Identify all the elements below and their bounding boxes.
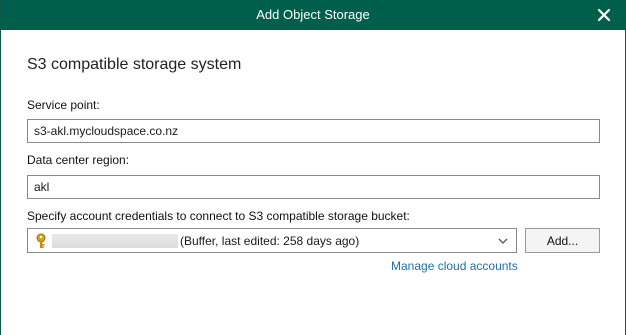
service-point-input[interactable]: s3-akl.mycloudspace.co.nz — [27, 119, 600, 143]
credentials-selected-text: (Buffer, last edited: 258 days ago) — [180, 234, 360, 248]
region-input[interactable]: akl — [27, 175, 600, 199]
title-bar: Add Object Storage — [1, 0, 625, 30]
credentials-dropdown[interactable]: (Buffer, last edited: 258 days ago) — [27, 228, 517, 253]
manage-cloud-accounts-link[interactable]: Manage cloud accounts — [391, 259, 518, 273]
add-object-storage-dialog: Add Object Storage S3 compatible storage… — [0, 0, 626, 335]
close-icon[interactable] — [593, 4, 615, 26]
key-icon — [36, 233, 46, 248]
chevron-down-icon — [498, 238, 508, 244]
add-button[interactable]: Add... — [525, 228, 600, 253]
redacted-account-name — [52, 234, 178, 248]
page-heading: S3 compatible storage system — [27, 56, 242, 73]
window-title: Add Object Storage — [256, 7, 370, 22]
region-label: Data center region: — [27, 153, 130, 167]
credentials-label: Specify account credentials to connect t… — [27, 209, 410, 223]
service-point-label: Service point: — [27, 98, 100, 112]
